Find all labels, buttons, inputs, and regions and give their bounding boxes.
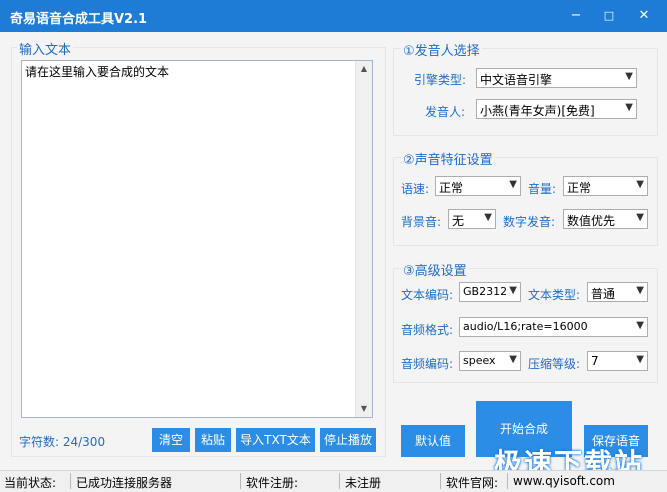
audio-format-value: audio/L16;rate=16000 [463, 320, 588, 333]
import-txt-button[interactable]: 导入TXT文本 [236, 428, 315, 452]
clear-button[interactable]: 清空 [152, 428, 190, 452]
compress-value: 7 [591, 354, 599, 368]
voice-select[interactable]: 小燕(青年女声)[免费] ▼ [476, 99, 637, 119]
paste-button[interactable]: 粘贴 [195, 428, 231, 452]
encoding-value: GB2312 [463, 285, 508, 298]
text-scrollbar[interactable]: ▲ ▼ [355, 61, 372, 417]
voice-features-group [393, 157, 658, 246]
status-separator [70, 473, 71, 489]
encoding-label: 文本编码: [401, 288, 454, 302]
text-type-value: 普通 [591, 287, 616, 301]
digit-label: 数字发音: [503, 215, 556, 229]
stop-playback-button[interactable]: 停止播放 [320, 428, 376, 452]
speed-value: 正常 [439, 181, 464, 195]
scroll-up-icon[interactable]: ▲ [356, 61, 372, 77]
registration-value: 未注册 [345, 476, 382, 490]
status-separator [507, 473, 508, 489]
close-icon[interactable]: ✕ [633, 6, 655, 26]
chevron-down-icon: ▼ [636, 285, 644, 296]
digit-value: 数值优先 [567, 214, 616, 228]
default-button[interactable]: 默认值 [401, 425, 465, 457]
audio-codec-select[interactable]: speex ▼ [459, 351, 521, 371]
bgm-select[interactable]: 无 ▼ [448, 209, 496, 229]
speed-label: 语速: [401, 182, 430, 196]
title-bar: 奇易语音合成工具V2.1 − □ ✕ [0, 0, 667, 32]
voice-value: 小燕(青年女声)[免费] [480, 104, 595, 118]
audio-format-label: 音频格式: [401, 323, 454, 337]
audio-codec-label: 音频编码: [401, 357, 454, 371]
engine-select[interactable]: 中文语音引擎 ▼ [476, 68, 637, 88]
chevron-down-icon: ▼ [636, 212, 644, 223]
maximize-icon[interactable]: □ [598, 6, 620, 26]
chevron-down-icon: ▼ [509, 354, 517, 365]
website-label: 软件官网: [446, 476, 499, 490]
chevron-down-icon: ▼ [636, 354, 644, 365]
speaker-group [393, 48, 658, 136]
text-type-label: 文本类型: [528, 288, 581, 302]
engine-value: 中文语音引擎 [480, 73, 553, 87]
voice-label: 发音人: [425, 105, 466, 119]
registration-label: 软件注册: [246, 476, 299, 490]
status-separator [339, 473, 340, 489]
status-separator [440, 473, 441, 489]
status-label: 当前状态: [4, 476, 57, 490]
bgm-value: 无 [452, 214, 465, 228]
audio-codec-value: speex [463, 354, 496, 367]
char-count: 字符数: 24/300 [19, 435, 106, 449]
encoding-select[interactable]: GB2312 ▼ [459, 282, 521, 302]
volume-select[interactable]: 正常 ▼ [563, 176, 648, 196]
chevron-down-icon: ▼ [509, 285, 517, 296]
scroll-down-icon[interactable]: ▼ [356, 401, 372, 417]
window-title: 奇易语音合成工具V2.1 [10, 12, 148, 27]
website-link[interactable]: www.qyisoft.com [513, 474, 615, 488]
text-input-content: 请在这里输入要合成的文本 [25, 65, 170, 79]
engine-label: 引擎类型: [414, 73, 467, 87]
volume-label: 音量: [528, 182, 557, 196]
volume-value: 正常 [567, 181, 592, 195]
advanced-legend: ③高级设置 [401, 260, 469, 279]
voice-features-legend: ②声音特征设置 [401, 149, 495, 168]
digit-select[interactable]: 数值优先 ▼ [563, 209, 648, 229]
text-type-select[interactable]: 普通 ▼ [587, 282, 648, 302]
text-input-area[interactable]: 请在这里输入要合成的文本 ▲ ▼ [21, 60, 373, 418]
chevron-down-icon: ▼ [509, 179, 517, 190]
minimize-icon[interactable]: − [565, 6, 587, 26]
chevron-down-icon: ▼ [484, 212, 492, 223]
speaker-legend: ①发音人选择 [401, 40, 482, 59]
chevron-down-icon: ▼ [636, 179, 644, 190]
compress-select[interactable]: 7 ▼ [587, 351, 648, 371]
speed-select[interactable]: 正常 ▼ [435, 176, 521, 196]
status-separator [240, 473, 241, 489]
chevron-down-icon: ▼ [636, 320, 644, 331]
chevron-down-icon: ▼ [625, 102, 633, 113]
chevron-down-icon: ▼ [625, 71, 633, 82]
status-value: 已成功连接服务器 [76, 476, 173, 490]
compress-label: 压缩等级: [528, 357, 581, 371]
bgm-label: 背景音: [401, 215, 442, 229]
audio-format-select[interactable]: audio/L16;rate=16000 ▼ [459, 317, 648, 337]
input-text-legend: 输入文本 [17, 39, 74, 58]
status-bar: 当前状态: 已成功连接服务器 软件注册: 未注册 软件官网: www.qyiso… [0, 470, 667, 492]
